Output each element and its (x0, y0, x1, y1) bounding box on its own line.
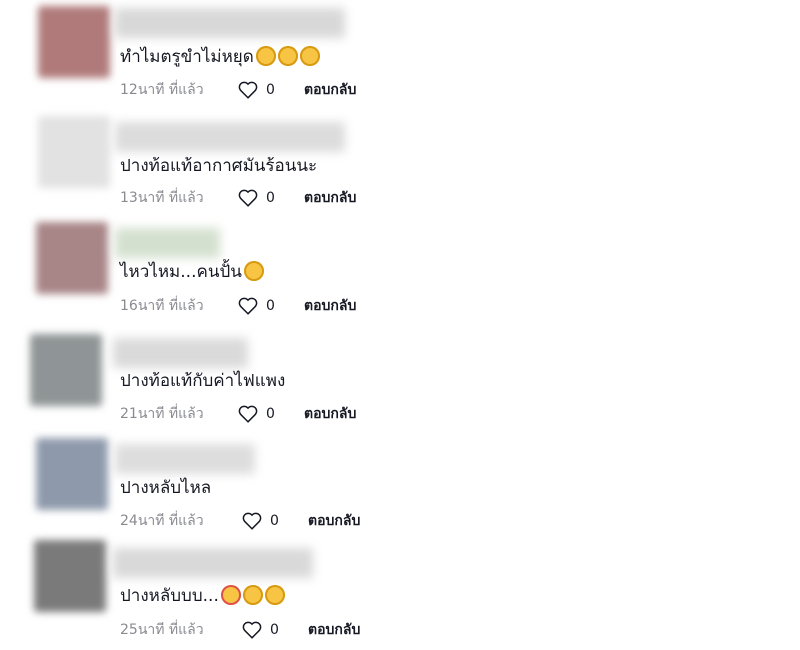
like-count: 0 (266, 82, 275, 98)
comment-text-content: ปางหลับไหล (120, 478, 212, 498)
grinning-tears-emoji (299, 46, 320, 66)
like-button[interactable]: 0 (242, 620, 279, 640)
like-button[interactable]: 0 (238, 80, 275, 100)
comment-text-content: ปางหลับบบ... (120, 586, 219, 606)
heart-outline-icon (238, 297, 258, 315)
reply-button[interactable]: ตอบกลับ (304, 80, 356, 100)
grin-sweat-emoji (264, 585, 285, 605)
heart-outline-icon (242, 621, 262, 639)
comment-item: ไหวไหม...คนปั้น 16นาที ที่แล้ว 0 ตอบกลับ (0, 216, 800, 316)
flushed-face-emoji (242, 585, 263, 605)
like-button[interactable]: 0 (238, 296, 275, 316)
comment-meta: 16นาที ที่แล้ว 0 ตอบกลับ (120, 296, 420, 316)
comment-item: ปางท้อแท้กับค่าไฟแพง 21นาที ที่แล้ว 0 ตอ… (0, 324, 800, 424)
avatar[interactable] (38, 6, 110, 78)
like-button[interactable]: 0 (238, 404, 275, 424)
comment-time: 21นาที ที่แล้ว (120, 406, 204, 422)
username-blurred[interactable] (115, 122, 345, 152)
avatar[interactable] (30, 334, 102, 406)
comment-text: ไหวไหม...คนปั้น (120, 261, 264, 283)
grin-sweat-emoji (243, 261, 264, 281)
avatar[interactable] (34, 540, 106, 612)
reply-button[interactable]: ตอบกลับ (304, 188, 356, 208)
like-count: 0 (266, 406, 275, 422)
comment-time: 12นาที ที่แล้ว (120, 82, 204, 98)
comment-text: ปางท้อแท้กับค่าไฟแพง (120, 370, 285, 392)
comment-meta: 25นาที ที่แล้ว 0 ตอบกลับ (120, 620, 420, 640)
username-blurred[interactable] (115, 228, 220, 258)
comment-text-content: ปางท้อแท้กับค่าไฟแพง (120, 371, 286, 391)
hearts-face-emoji (220, 585, 241, 605)
username-blurred[interactable] (115, 444, 255, 474)
comment-time: 24นาที ที่แล้ว (120, 513, 204, 529)
username-blurred[interactable] (113, 338, 248, 368)
like-count: 0 (270, 622, 279, 638)
comment-text: ปางหลับบบ... (120, 585, 285, 607)
avatar[interactable] (36, 222, 108, 294)
reply-button[interactable]: ตอบกลับ (308, 511, 360, 531)
comment-item: ปางท้อแท้อากาศมันร้อนนะ 13นาที ที่แล้ว 0… (0, 108, 800, 208)
comment-meta: 21นาที ที่แล้ว 0 ตอบกลับ (120, 404, 420, 424)
like-button[interactable]: 0 (238, 188, 275, 208)
comment-meta: 12นาที ที่แล้ว 0 ตอบกลับ (120, 80, 420, 100)
comment-text: ปางท้อแท้อากาศมันร้อนนะ (120, 155, 317, 177)
comment-time: 13นาที ที่แล้ว (120, 190, 204, 206)
avatar[interactable] (38, 116, 110, 188)
comment-text-content: ปางท้อแท้อากาศมันร้อนนะ (120, 156, 318, 176)
heart-outline-icon (242, 512, 262, 530)
comment-text: ปางหลับไหล (120, 477, 211, 499)
like-button[interactable]: 0 (242, 511, 279, 531)
comment-text-content: ไหวไหม...คนปั้น (120, 262, 242, 282)
comment-text: ทำไมตรูขำไม่หยุด (120, 46, 320, 68)
comment-time: 25นาที ที่แล้ว (120, 622, 204, 638)
comment-item: ทำไมตรูขำไม่หยุด 12นาที ที่แล้ว 0 ตอบกลั… (0, 0, 800, 100)
reply-button[interactable]: ตอบกลับ (304, 296, 356, 316)
grinning-tears-emoji (277, 46, 298, 66)
username-blurred[interactable] (115, 8, 345, 38)
heart-outline-icon (238, 405, 258, 423)
username-blurred[interactable] (113, 548, 313, 578)
comment-item: ปางหลับบบ... 25นาที ที่แล้ว 0 ตอบกลับ (0, 540, 800, 640)
like-count: 0 (266, 298, 275, 314)
reply-button[interactable]: ตอบกลับ (308, 620, 360, 640)
avatar[interactable] (36, 438, 108, 510)
heart-outline-icon (238, 189, 258, 207)
heart-outline-icon (238, 81, 258, 99)
comment-meta: 24นาที ที่แล้ว 0 ตอบกลับ (120, 511, 420, 531)
grinning-tears-emoji (255, 46, 276, 66)
comment-text-content: ทำไมตรูขำไม่หยุด (120, 47, 254, 67)
like-count: 0 (270, 513, 279, 529)
reply-button[interactable]: ตอบกลับ (304, 404, 356, 424)
like-count: 0 (266, 190, 275, 206)
comment-item: ปางหลับไหล 24นาที ที่แล้ว 0 ตอบกลับ (0, 432, 800, 532)
comment-meta: 13นาที ที่แล้ว 0 ตอบกลับ (120, 188, 420, 208)
comment-time: 16นาที ที่แล้ว (120, 298, 204, 314)
